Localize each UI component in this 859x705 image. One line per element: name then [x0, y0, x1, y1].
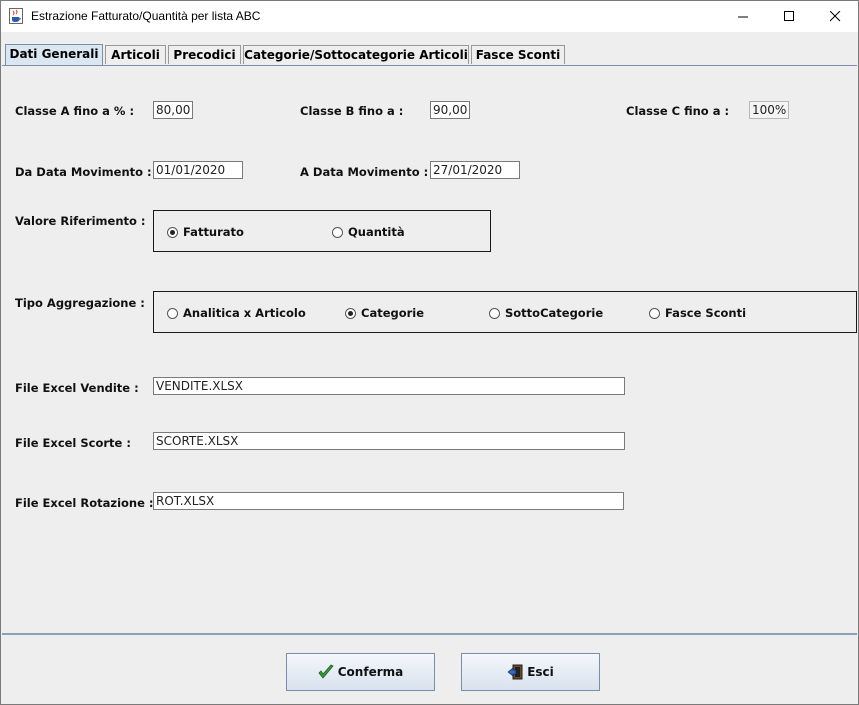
checkmark-icon: [318, 664, 334, 680]
tipo-aggregazione-label: Tipo Aggregazione :: [15, 296, 145, 310]
radio-fasce-sconti[interactable]: Fasce Sconti: [649, 306, 746, 320]
radio-quantita[interactable]: Quantità: [332, 225, 405, 239]
conferma-label: Conferma: [337, 665, 404, 679]
radio-selected-indicator: [345, 307, 356, 319]
a-data-input[interactable]: 27/01/2020: [430, 161, 520, 179]
conferma-button[interactable]: Conferma: [286, 653, 435, 691]
radio-categorie[interactable]: Categorie: [345, 306, 424, 320]
maximize-button[interactable]: [766, 1, 812, 32]
tab-panel-dati-generali: [2, 65, 857, 635]
radio-indicator: [649, 307, 660, 319]
da-data-input[interactable]: 01/01/2020: [153, 161, 243, 179]
classe-a-input[interactable]: 80,00: [153, 101, 193, 119]
esci-button[interactable]: Esci: [461, 653, 600, 691]
radio-sottocategorie[interactable]: SottoCategorie: [489, 306, 603, 320]
esci-label: Esci: [527, 665, 554, 679]
radio-selected-indicator: [167, 226, 178, 238]
da-data-label: Da Data Movimento :: [15, 165, 152, 179]
close-icon: [829, 11, 840, 22]
radio-analitica-label: Analitica x Articolo: [183, 306, 306, 320]
classe-b-input[interactable]: 90,00: [430, 101, 470, 119]
radio-fasce-sconti-label: Fasce Sconti: [665, 306, 747, 320]
classe-b-label: Classe B fino a :: [300, 104, 404, 118]
radio-indicator: [167, 307, 178, 319]
file-rotazione-input[interactable]: ROT.XLSX: [153, 492, 624, 510]
close-button[interactable]: [812, 1, 858, 32]
minimize-icon: [737, 16, 748, 18]
radio-fatturato[interactable]: Fatturato: [167, 225, 244, 239]
radio-indicator: [332, 226, 343, 238]
classe-c-label: Classe C fino a :: [626, 104, 730, 118]
radio-categorie-label: Categorie: [361, 306, 425, 320]
radio-quantita-label: Quantità: [348, 225, 405, 239]
window-title: Estrazione Fatturato/Quantità per lista …: [31, 9, 261, 23]
file-scorte-label: File Excel Scorte :: [15, 436, 131, 450]
tab-dati-generali[interactable]: Dati Generali: [5, 44, 103, 65]
valore-riferimento-label: Valore Riferimento :: [15, 214, 146, 228]
title-bar: Estrazione Fatturato/Quantità per lista …: [1, 1, 858, 32]
file-vendite-input[interactable]: VENDITE.XLSX: [153, 377, 625, 395]
tab-precodici[interactable]: Precodici: [168, 45, 241, 64]
radio-indicator: [489, 307, 500, 319]
minimize-button[interactable]: [720, 1, 766, 32]
java-cup-icon: [9, 8, 23, 24]
tab-fasce-sconti[interactable]: Fasce Sconti: [471, 45, 565, 64]
a-data-label: A Data Movimento :: [300, 165, 429, 179]
file-rotazione-label: File Excel Rotazione :: [15, 496, 154, 510]
tab-articoli[interactable]: Articoli: [105, 45, 166, 64]
radio-fatturato-label: Fatturato: [183, 225, 244, 239]
radio-analitica-articolo[interactable]: Analitica x Articolo: [167, 306, 306, 320]
exit-door-icon: [507, 664, 523, 680]
classe-a-label: Classe A fino a % :: [15, 104, 135, 118]
file-scorte-input[interactable]: SCORTE.XLSX: [153, 432, 625, 450]
radio-sottocategorie-label: SottoCategorie: [505, 306, 604, 320]
classe-c-value: 100%: [749, 101, 789, 119]
tab-categorie-sottocategorie[interactable]: Categorie/Sottocategorie Articoli: [243, 45, 469, 64]
file-vendite-label: File Excel Vendite :: [15, 381, 139, 395]
maximize-icon: [783, 11, 794, 21]
app-window: Estrazione Fatturato/Quantità per lista …: [0, 0, 859, 705]
